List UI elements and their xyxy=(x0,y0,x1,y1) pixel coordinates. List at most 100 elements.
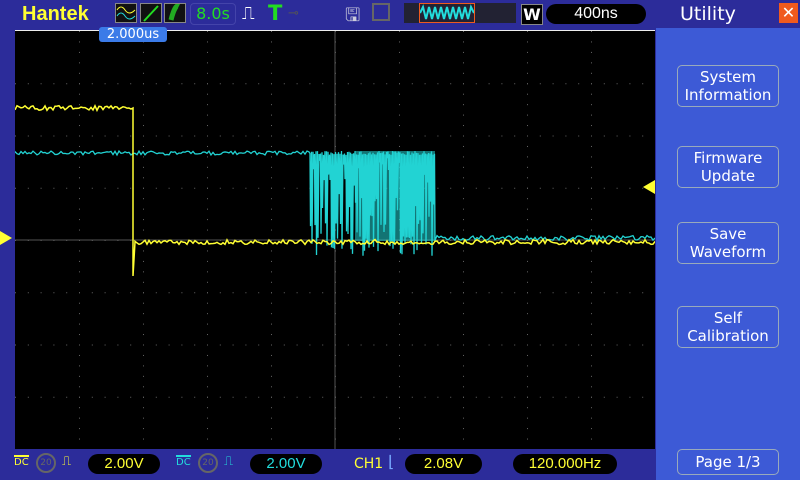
grid-dot xyxy=(463,167,464,168)
grid-dot xyxy=(527,313,528,314)
grid-dot xyxy=(79,104,80,105)
grid-dot xyxy=(156,83,157,84)
grid-dot xyxy=(437,292,438,293)
grid-dot xyxy=(156,292,157,293)
grid-dot xyxy=(79,418,80,419)
grid-dot xyxy=(66,188,67,189)
grid-dot xyxy=(79,282,80,283)
grid-dot xyxy=(79,230,80,231)
grid-dot xyxy=(463,355,464,356)
grid-dot xyxy=(271,198,272,199)
grid-dot xyxy=(527,198,528,199)
grid-dot xyxy=(309,292,310,293)
grid-dot xyxy=(565,345,566,346)
grid-dot xyxy=(117,188,118,189)
ch1-marker[interactable] xyxy=(0,231,12,245)
grid-dot xyxy=(79,219,80,220)
time-base[interactable]: 400ns xyxy=(546,4,646,24)
grid-dot xyxy=(591,439,592,440)
grid-dot xyxy=(105,136,106,137)
grid-dot xyxy=(271,428,272,429)
grid-dot xyxy=(527,365,528,366)
grid-dot xyxy=(373,292,374,293)
grid-dot xyxy=(629,345,630,346)
grid-dot xyxy=(527,156,528,157)
window-button[interactable]: W xyxy=(521,4,543,25)
grid-dot xyxy=(79,177,80,178)
grid-dot xyxy=(220,188,221,189)
grid-dot xyxy=(79,198,80,199)
grid-dot xyxy=(527,73,528,74)
grid-dot xyxy=(399,418,400,419)
grid-dot xyxy=(322,83,323,84)
grid-dot xyxy=(463,271,464,272)
grid-dot xyxy=(207,282,208,283)
vectors-icon[interactable] xyxy=(140,3,162,23)
grid-dot xyxy=(617,292,618,293)
grid-dot xyxy=(207,177,208,178)
grid-dot xyxy=(207,73,208,74)
page-button[interactable]: Page 1/3 xyxy=(677,449,779,475)
ch2-coupling: DC xyxy=(176,455,191,468)
grid-dot xyxy=(79,125,80,126)
grid-dot xyxy=(322,397,323,398)
grid-dot xyxy=(117,136,118,137)
grid-dot xyxy=(399,261,400,262)
grid-dot xyxy=(284,83,285,84)
grid-dot xyxy=(79,313,80,314)
grid-dot xyxy=(271,303,272,304)
grid-dot xyxy=(207,428,208,429)
grid-dot xyxy=(169,188,170,189)
grid-dot xyxy=(207,156,208,157)
grid-dot xyxy=(233,345,234,346)
ch1-scale[interactable]: 2.00V xyxy=(88,454,160,474)
self-calibration-button[interactable]: Self Calibration xyxy=(677,306,779,348)
grid-dot xyxy=(514,83,515,84)
persist-icon[interactable] xyxy=(164,3,186,23)
ch1-coupling: DC xyxy=(14,455,29,468)
trigger-level-marker[interactable] xyxy=(643,180,655,194)
grid-dot xyxy=(348,136,349,137)
grid-dot xyxy=(309,83,310,84)
grid-dot xyxy=(463,407,464,408)
printer-icon[interactable] xyxy=(372,3,390,21)
grid-dot xyxy=(79,376,80,377)
grid-dot xyxy=(399,271,400,272)
grid-dot xyxy=(361,397,362,398)
grid-dot xyxy=(450,83,451,84)
grid-dot xyxy=(271,292,272,293)
grid-dot xyxy=(322,136,323,137)
grid-dot xyxy=(399,345,400,346)
grid-dot xyxy=(143,334,144,335)
ch1-bwlimit-icon: 20 xyxy=(36,453,56,473)
grid-dot xyxy=(463,428,464,429)
grid-dot xyxy=(361,345,362,346)
trigger-level[interactable]: 2.08V xyxy=(405,454,482,474)
grid-dot xyxy=(207,439,208,440)
grid-dot xyxy=(527,418,528,419)
ch2-scale[interactable]: 2.00V xyxy=(250,454,322,474)
grid-dot xyxy=(169,136,170,137)
grid-dot xyxy=(271,334,272,335)
system-information-button[interactable]: System Information xyxy=(677,65,779,107)
grid-dot xyxy=(591,355,592,356)
grid-dot xyxy=(463,146,464,147)
grid-dot xyxy=(15,136,16,137)
grid-dot xyxy=(399,292,400,293)
grid-dot xyxy=(527,62,528,63)
grid-dot xyxy=(591,345,592,346)
grid-dot xyxy=(527,397,528,398)
grid-dot xyxy=(79,407,80,408)
waveform-mode-icon[interactable] xyxy=(115,3,137,23)
save-waveform-button[interactable]: Save Waveform xyxy=(677,222,779,264)
grid-dot xyxy=(578,397,579,398)
firmware-update-button[interactable]: Firmware Update xyxy=(677,146,779,188)
grid-dot xyxy=(437,136,438,137)
save-disk-icon[interactable]: 🖫 xyxy=(345,3,360,33)
memory-window-bar[interactable] xyxy=(404,3,516,23)
grid-dot xyxy=(412,397,413,398)
grid-dot xyxy=(28,397,29,398)
grid-dot xyxy=(79,136,80,137)
close-icon[interactable]: ✕ xyxy=(779,3,798,23)
grid-dot xyxy=(463,313,464,314)
